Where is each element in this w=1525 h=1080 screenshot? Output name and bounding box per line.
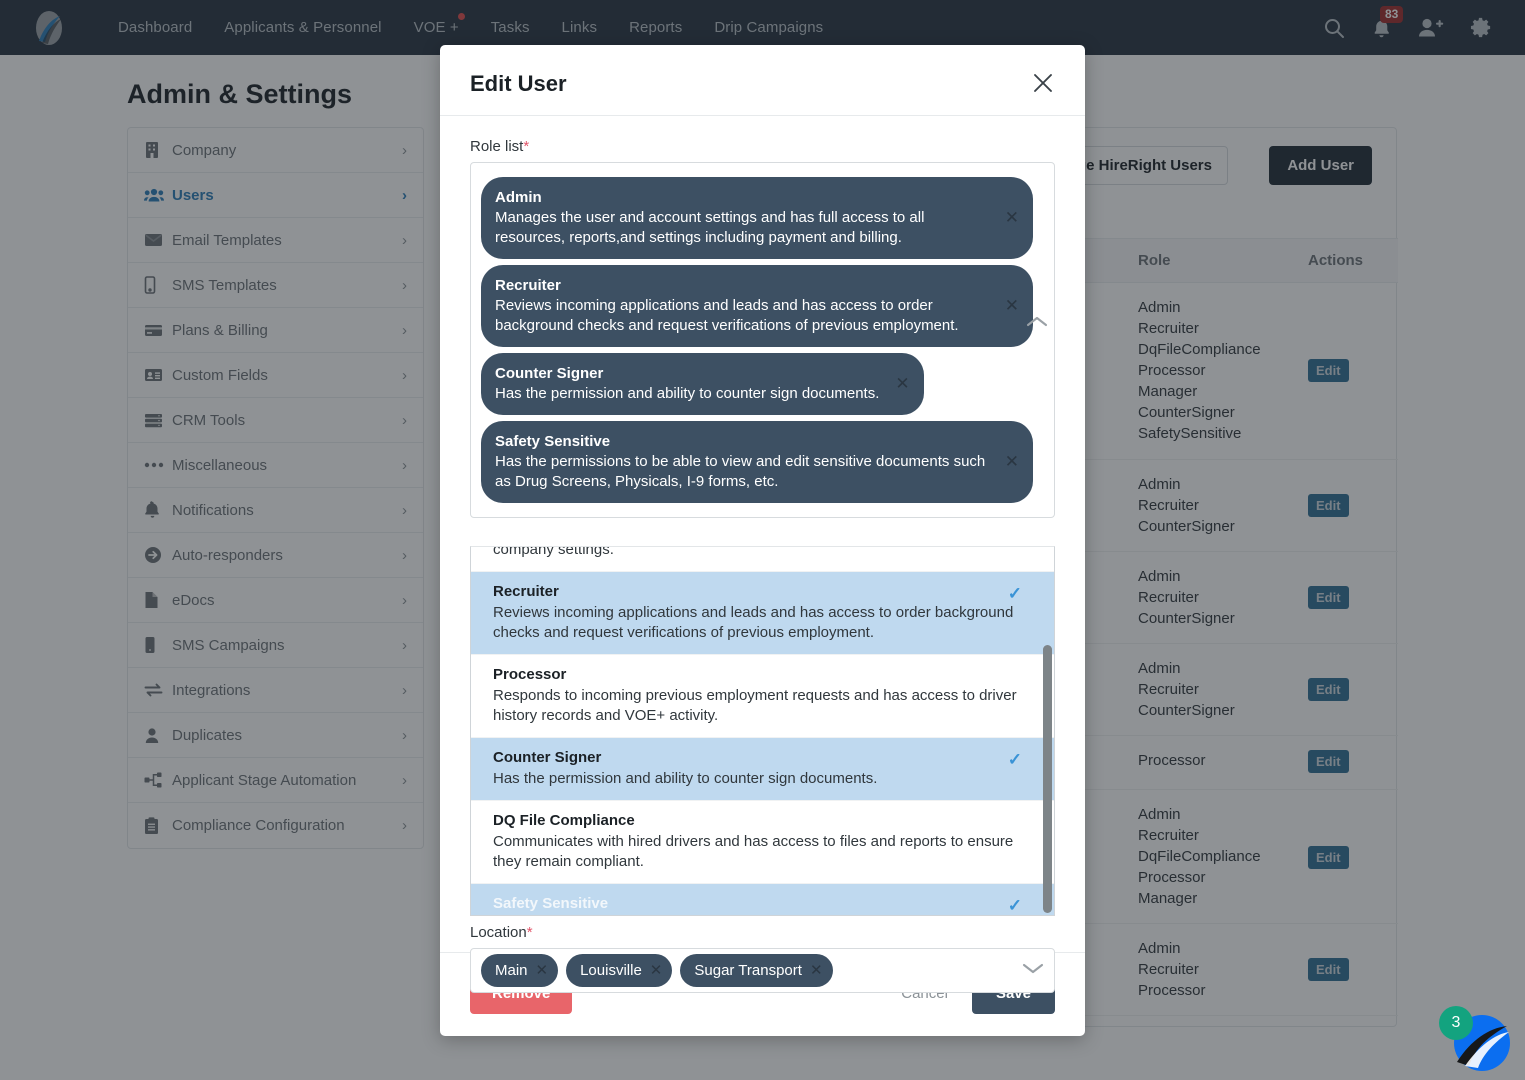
option-title: Recruiter	[493, 583, 559, 600]
option-title: Processor	[493, 666, 567, 683]
chevron-up-icon[interactable]	[1026, 315, 1048, 333]
remove-role-icon[interactable]: ✕	[1005, 453, 1019, 470]
location-chip-main[interactable]: Main ✕	[481, 954, 559, 987]
close-icon[interactable]	[1031, 71, 1055, 95]
dropdown-option-dq-file-compliance[interactable]: DQ File Compliance Communicates with hir…	[471, 801, 1054, 884]
check-icon: ✓	[1007, 584, 1022, 603]
chevron-down-icon[interactable]	[1022, 962, 1044, 980]
dropdown-option-manager[interactable]: Manager Leads a team of recruiters and h…	[471, 546, 1054, 572]
chip-description: Has the permissions to be able to view a…	[495, 453, 986, 490]
option-title: Counter Signer	[493, 749, 602, 766]
chip-text: Admin Manages the user and account setti…	[495, 187, 989, 248]
chip-text: Counter Signer Has the permission and ab…	[495, 363, 879, 404]
modal-header: Edit User	[440, 45, 1085, 116]
dropdown-scroll-content: Manager Leads a team of recruiters and h…	[471, 546, 1054, 916]
option-description: Reviews incoming applications and leads …	[493, 604, 1014, 641]
location-select[interactable]: Main ✕ Louisville ✕ Sugar Transport ✕	[470, 948, 1055, 993]
required-asterisk: *	[526, 924, 533, 941]
remove-role-icon[interactable]: ✕	[895, 375, 909, 392]
check-icon: ✓	[1007, 750, 1022, 769]
chat-unread-badge: 3	[1439, 1006, 1473, 1040]
chip-title: Recruiter	[495, 277, 561, 294]
chip-text: Safety Sensitive Has the permissions to …	[495, 431, 989, 492]
remove-location-icon[interactable]: ✕	[810, 961, 823, 979]
role-chip-recruiter[interactable]: Recruiter Reviews incoming applications …	[481, 265, 1033, 347]
option-description: Has the permission and ability to counte…	[493, 770, 878, 787]
check-icon: ✓	[1007, 896, 1022, 915]
location-chip-sugar-transport[interactable]: Sugar Transport ✕	[680, 954, 833, 987]
remove-location-icon[interactable]: ✕	[536, 961, 549, 979]
selected-roles-box[interactable]: Admin Manages the user and account setti…	[470, 162, 1055, 518]
remove-location-icon[interactable]: ✕	[650, 961, 663, 979]
required-asterisk: *	[523, 138, 530, 155]
role-list-label: Role list*	[470, 138, 1055, 155]
role-options-dropdown[interactable]: Manager Leads a team of recruiters and h…	[470, 546, 1055, 916]
remove-role-icon[interactable]: ✕	[1005, 209, 1019, 226]
location-label-text: Location	[470, 924, 527, 941]
chip-title: Admin	[495, 189, 542, 206]
location-chip-label: Sugar Transport	[694, 961, 802, 979]
option-title: DQ File Compliance	[493, 812, 635, 829]
chip-title: Safety Sensitive	[495, 433, 611, 450]
modal-body: Role list* Admin Manages the user and ac…	[440, 116, 1085, 993]
dropdown-option-counter-signer[interactable]: Counter Signer Has the permission and ab…	[471, 738, 1054, 801]
location-chip-label: Louisville	[580, 961, 642, 979]
dropdown-option-recruiter[interactable]: Recruiter Reviews incoming applications …	[471, 572, 1054, 655]
location-field: Location* Main ✕ Louisville ✕ Sugar Tran…	[470, 924, 1055, 993]
option-description: Communicates with hired drivers and has …	[493, 833, 1014, 870]
role-chip-counter-signer[interactable]: Counter Signer Has the permission and ab…	[481, 353, 924, 415]
location-chip-label: Main	[495, 961, 528, 979]
chat-widget[interactable]: 3	[1439, 1004, 1513, 1074]
chip-description: Manages the user and account settings an…	[495, 209, 925, 246]
dropdown-scrollbar[interactable]	[1043, 645, 1052, 913]
chip-title: Counter Signer	[495, 365, 604, 382]
remove-role-icon[interactable]: ✕	[1005, 297, 1019, 314]
location-chip-louisville[interactable]: Louisville ✕	[566, 954, 673, 987]
dropdown-option-processor[interactable]: Processor Responds to incoming previous …	[471, 655, 1054, 738]
chip-description: Reviews incoming applications and leads …	[495, 297, 959, 334]
dropdown-option-safety-sensitive[interactable]: Safety Sensitive Has the permissions to …	[471, 884, 1054, 916]
chip-text: Recruiter Reviews incoming applications …	[495, 275, 989, 336]
edit-user-modal: Edit User Role list* Admin Manages the u…	[440, 45, 1085, 1036]
role-chip-safety-sensitive[interactable]: Safety Sensitive Has the permissions to …	[481, 421, 1033, 503]
option-description: Leads a team of recruiters and has acces…	[493, 546, 614, 558]
option-title: Safety Sensitive	[493, 895, 609, 912]
option-description: Responds to incoming previous employment…	[493, 687, 1017, 724]
location-label: Location*	[470, 924, 1055, 941]
chip-description: Has the permission and ability to counte…	[495, 385, 880, 402]
modal-title: Edit User	[470, 71, 567, 96]
option-description: Has the permissions to be able to view a…	[493, 915, 1018, 916]
role-chip-admin[interactable]: Admin Manages the user and account setti…	[481, 177, 1033, 259]
role-list-label-text: Role list	[470, 138, 524, 155]
